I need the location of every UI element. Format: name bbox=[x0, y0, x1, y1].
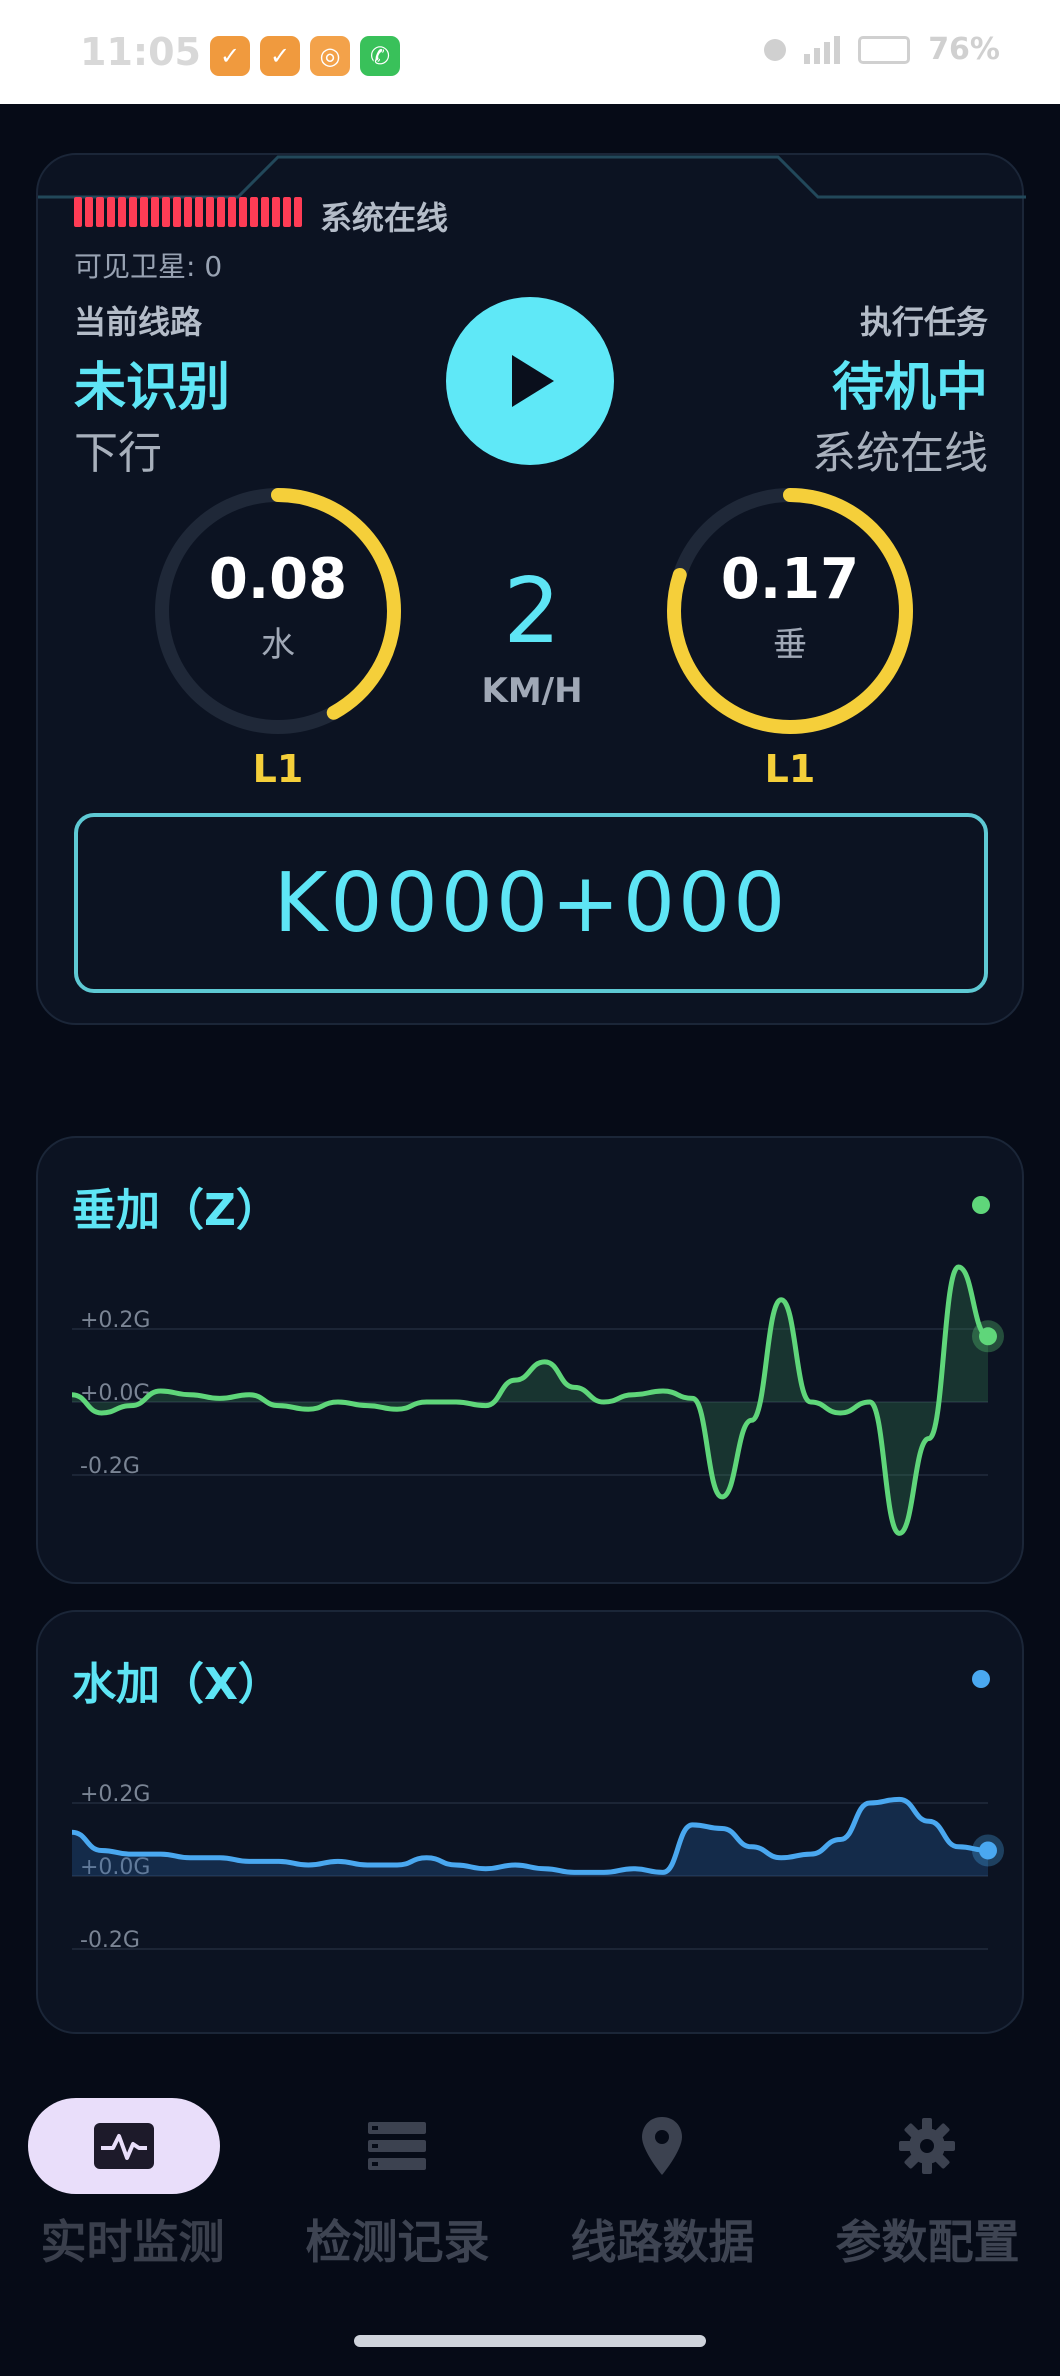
nav-item-realtime[interactable]: 实时监测 bbox=[0, 2060, 265, 2269]
horizontal-accel-chart: 水加（X） +0.2G+0.0G-0.2G bbox=[36, 1610, 1024, 2034]
nav-active-pill bbox=[28, 2098, 220, 2194]
vertical-gauge-value: 0.17 bbox=[720, 547, 860, 612]
mileage-display: K0000+000 bbox=[74, 813, 988, 993]
nav-item-settings[interactable]: 参数配置 bbox=[795, 2060, 1060, 2269]
nav-label: 实时监测 bbox=[40, 2215, 225, 2269]
vertical-gauge-label: 垂 bbox=[773, 625, 807, 665]
nav-label: 检测记录 bbox=[305, 2215, 490, 2269]
vertical-accel-tick-label: -0.2G bbox=[80, 1454, 140, 1479]
vertical-accel-current-point bbox=[979, 1327, 997, 1346]
signal-icon bbox=[804, 35, 841, 64]
battery-percent: 76% bbox=[928, 32, 1000, 67]
system-status: 系统在线 bbox=[320, 199, 449, 237]
nav-label: 线路数据 bbox=[570, 2215, 755, 2269]
whatsapp-icon: ✆ bbox=[360, 36, 400, 76]
nav-item-line-data[interactable]: 线路数据 bbox=[530, 2060, 795, 2269]
app-search-icon: ◎ bbox=[310, 36, 350, 76]
bottom-nav: 实时监测 检测记录 线路数据 参数配置 bbox=[0, 2060, 1060, 2376]
current-line-title: 当前线路 bbox=[74, 303, 203, 341]
speed-unit: KM/H bbox=[481, 671, 583, 711]
speed-value: 2 bbox=[503, 559, 561, 664]
vertical-gauge-level: L1 bbox=[764, 747, 816, 791]
vertical-accel-tick-label: +0.2G bbox=[80, 1308, 150, 1333]
line-direction: 下行 bbox=[74, 428, 162, 479]
nav-label: 参数配置 bbox=[835, 2215, 1020, 2269]
current-line-value: 未识别 bbox=[74, 358, 231, 418]
task-value: 待机中 bbox=[831, 358, 988, 418]
task-status: 系统在线 bbox=[812, 428, 988, 479]
alarm-icon bbox=[764, 38, 787, 61]
horizontal-gauge: 0.08 水 bbox=[148, 481, 408, 741]
nav-icon-wrap bbox=[566, 2098, 758, 2194]
battery-icon bbox=[858, 35, 911, 64]
vertical-accel-area bbox=[72, 1266, 988, 1534]
horizontal-gauge-value: 0.08 bbox=[208, 547, 348, 612]
nav-icon-wrap bbox=[831, 2098, 1023, 2194]
home-indicator[interactable] bbox=[354, 2335, 706, 2347]
status-app-icons: ✓ ✓ ◎ ✆ bbox=[210, 36, 400, 76]
app-orange-icon: ✓ bbox=[260, 36, 300, 76]
pulse-monitor-icon bbox=[94, 2123, 154, 2169]
horizontal-accel-tick-label: -0.2G bbox=[80, 1928, 140, 1953]
status-indicators: 76% bbox=[764, 32, 1000, 67]
play-icon bbox=[512, 355, 554, 407]
list-records-icon bbox=[368, 2122, 426, 2170]
app-orange-icon: ✓ bbox=[210, 36, 250, 76]
horizontal-accel-plot: +0.2G+0.0G-0.2G bbox=[71, 1782, 1004, 1953]
nav-item-records[interactable]: 检测记录 bbox=[265, 2060, 530, 2269]
horizontal-accel-current-point bbox=[979, 1841, 997, 1860]
vertical-accel-chart: 垂加（Z） +0.2G +0.0G -0.2G bbox=[36, 1136, 1024, 1584]
vertical-accel-plot: +0.2G+0.0G-0.2G bbox=[71, 1264, 1004, 1536]
nav-icon-wrap bbox=[301, 2098, 493, 2194]
signal-strength-bars bbox=[74, 197, 302, 227]
horizontal-gauge-label: 水 bbox=[261, 625, 295, 665]
satellites-count: 可见卫星: 0 bbox=[74, 250, 223, 283]
task-title: 执行任务 bbox=[859, 303, 988, 341]
location-pin-icon bbox=[642, 2117, 682, 2175]
status-time: 11:05 bbox=[80, 30, 201, 74]
horizontal-accel-tick-label: +0.2G bbox=[80, 1782, 150, 1807]
status-bar: 11:05 ✓ ✓ ◎ ✆ 76% bbox=[0, 0, 1060, 104]
horizontal-gauge-level: L1 bbox=[252, 747, 304, 791]
vertical-gauge: 0.17 垂 bbox=[660, 481, 920, 741]
start-button[interactable] bbox=[446, 297, 614, 465]
gear-icon bbox=[899, 2118, 955, 2174]
status-card: 系统在线 可见卫星: 0 当前线路 未识别 下行 执行任务 待机中 系统在线 0… bbox=[36, 153, 1026, 1025]
